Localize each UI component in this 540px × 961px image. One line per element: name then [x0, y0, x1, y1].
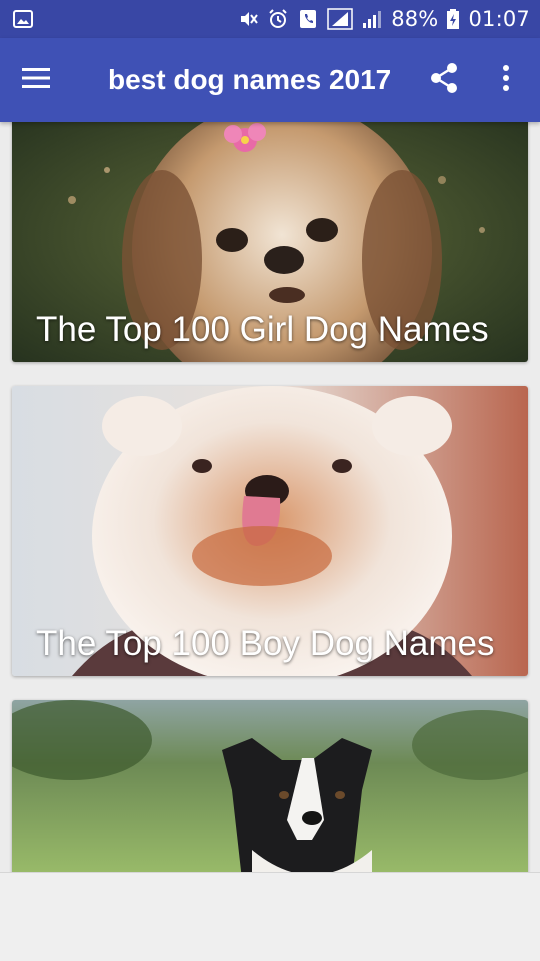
card-title: The Top 100 Boy Dog Names: [36, 624, 495, 663]
boy-dog-names-card[interactable]: The Top 100 Boy Dog Names: [12, 386, 528, 676]
battery-icon: [446, 8, 460, 30]
girl-dog-names-card[interactable]: The Top 100 Girl Dog Names: [12, 122, 528, 362]
toolbar-title: best dog names 2017: [108, 64, 392, 95]
signal-icon: [327, 8, 353, 30]
alarm-icon: [267, 8, 289, 30]
mute-icon: [237, 8, 259, 30]
image-notification-icon: [12, 8, 34, 30]
menu-button[interactable]: [12, 56, 60, 104]
share-button[interactable]: [420, 56, 468, 104]
battery-percent: 88%: [391, 7, 439, 31]
app-toolbar: best dog names 2017: [0, 38, 540, 122]
card-title: The Top 100 Girl Dog Names: [36, 310, 489, 349]
clock: 01:07: [468, 7, 530, 31]
phone-signal-icon: [297, 8, 319, 30]
more-vertical-icon: [502, 64, 510, 97]
border-collie-dog-photo: [12, 700, 528, 872]
bottom-blank-area: [0, 872, 540, 961]
overflow-menu-button[interactable]: [482, 56, 530, 104]
share-icon: [429, 62, 459, 99]
status-icons: 88% 01:07: [237, 0, 530, 38]
signal-icon-2: [361, 8, 383, 30]
status-bar: 88% 01:07: [0, 0, 540, 38]
hamburger-menu-icon: [22, 67, 50, 94]
dog-names-card[interactable]: [12, 700, 528, 872]
card-list: The Top 100 Girl Dog Names The Top 100 B…: [0, 122, 540, 872]
